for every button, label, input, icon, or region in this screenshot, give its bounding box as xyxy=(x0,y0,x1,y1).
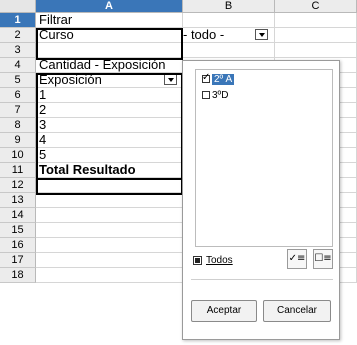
cell-c1[interactable] xyxy=(275,13,357,28)
cell-a3[interactable] xyxy=(36,43,183,58)
column-header-a[interactable]: A xyxy=(36,0,183,13)
column-header-row: A B C xyxy=(0,0,357,13)
column-header-c[interactable]: C xyxy=(275,0,357,13)
cell-a2[interactable]: Curso xyxy=(36,28,183,43)
cell-a10[interactable]: 5 xyxy=(36,148,183,163)
cell-a18[interactable] xyxy=(36,268,183,283)
cancel-button[interactable]: Cancelar xyxy=(263,300,331,322)
accept-button[interactable]: Aceptar xyxy=(191,300,257,322)
column-header-b[interactable]: B xyxy=(183,0,275,13)
row-header-8[interactable]: 8 xyxy=(0,118,36,133)
cell-a1[interactable]: Filtrar xyxy=(36,13,183,28)
todos-checkbox[interactable] xyxy=(193,256,202,265)
list-item-label: 2º A xyxy=(212,73,235,85)
row-header-2[interactable]: 2 xyxy=(0,28,36,43)
popup-divider xyxy=(191,279,333,280)
row-header-13[interactable]: 13 xyxy=(0,193,36,208)
cell-a5[interactable]: Exposición xyxy=(36,73,183,88)
row-header-14[interactable]: 14 xyxy=(0,208,36,223)
filter-value-list[interactable]: 2º A 3ºD xyxy=(195,69,333,247)
cell-a14[interactable] xyxy=(36,208,183,223)
cell-a4[interactable]: Cantidad - Exposición xyxy=(36,58,183,73)
cell-a15[interactable] xyxy=(36,223,183,238)
cell-b1[interactable] xyxy=(183,13,275,28)
select-unchecked-button[interactable]: ☐≡ xyxy=(313,249,333,269)
checkbox-3d[interactable] xyxy=(202,91,210,99)
list-item[interactable]: 3ºD xyxy=(196,88,332,102)
cell-b3[interactable] xyxy=(183,43,275,58)
cell-a8[interactable]: 3 xyxy=(36,118,183,133)
cell-a11[interactable]: Total Resultado xyxy=(36,163,183,178)
row-header-16[interactable]: 16 xyxy=(0,238,36,253)
spreadsheet: A B C 1 Filtrar 2 Curso - todo - 3 4 Can… xyxy=(0,0,357,345)
todos-label: Todos xyxy=(206,255,233,266)
select-checked-icon: ✓≡ xyxy=(288,253,306,264)
row-header-10[interactable]: 10 xyxy=(0,148,36,163)
row-header-9[interactable]: 9 xyxy=(0,133,36,148)
select-all-corner[interactable] xyxy=(0,0,36,13)
field-dropdown-button[interactable] xyxy=(164,74,177,85)
cell-a6[interactable]: 1 xyxy=(36,88,183,103)
todos-checkbox-row[interactable]: Todos xyxy=(193,255,233,266)
cell-a7[interactable]: 2 xyxy=(36,103,183,118)
cell-c2[interactable] xyxy=(275,28,357,43)
row-header-5[interactable]: 5 xyxy=(0,73,36,88)
cell-c3[interactable] xyxy=(275,43,357,58)
filter-dropdown-button[interactable] xyxy=(255,29,268,40)
select-unchecked-icon: ☐≡ xyxy=(314,253,332,264)
field-label: Exposición xyxy=(39,73,102,87)
cell-a16[interactable] xyxy=(36,238,183,253)
row-header-17[interactable]: 17 xyxy=(0,253,36,268)
checkbox-2a[interactable] xyxy=(202,72,210,83)
row-header-6[interactable]: 6 xyxy=(0,88,36,103)
filter-value: - todo - xyxy=(183,28,225,42)
table-row: 3 xyxy=(0,43,357,58)
cell-a13[interactable] xyxy=(36,193,183,208)
list-item[interactable]: 2º A xyxy=(196,72,332,86)
row-header-12[interactable]: 12 xyxy=(0,178,36,193)
row-header-7[interactable]: 7 xyxy=(0,103,36,118)
row-header-1[interactable]: 1 xyxy=(0,13,36,28)
cell-a9[interactable]: 4 xyxy=(36,133,183,148)
filter-popup: 2º A 3ºD Todos ✓≡ ☐≡ Aceptar Cancelar xyxy=(182,60,340,340)
cell-a17[interactable] xyxy=(36,253,183,268)
row-header-18[interactable]: 18 xyxy=(0,268,36,283)
select-checked-button[interactable]: ✓≡ xyxy=(287,249,307,269)
row-header-4[interactable]: 4 xyxy=(0,58,36,73)
table-row: 1 Filtrar xyxy=(0,13,357,28)
row-header-3[interactable]: 3 xyxy=(0,43,36,58)
table-row: 2 Curso - todo - xyxy=(0,28,357,43)
cell-a12[interactable] xyxy=(36,178,183,193)
list-item-label: 3ºD xyxy=(212,89,229,101)
cell-b2[interactable]: - todo - xyxy=(183,28,275,43)
row-header-11[interactable]: 11 xyxy=(0,163,36,178)
row-header-15[interactable]: 15 xyxy=(0,223,36,238)
